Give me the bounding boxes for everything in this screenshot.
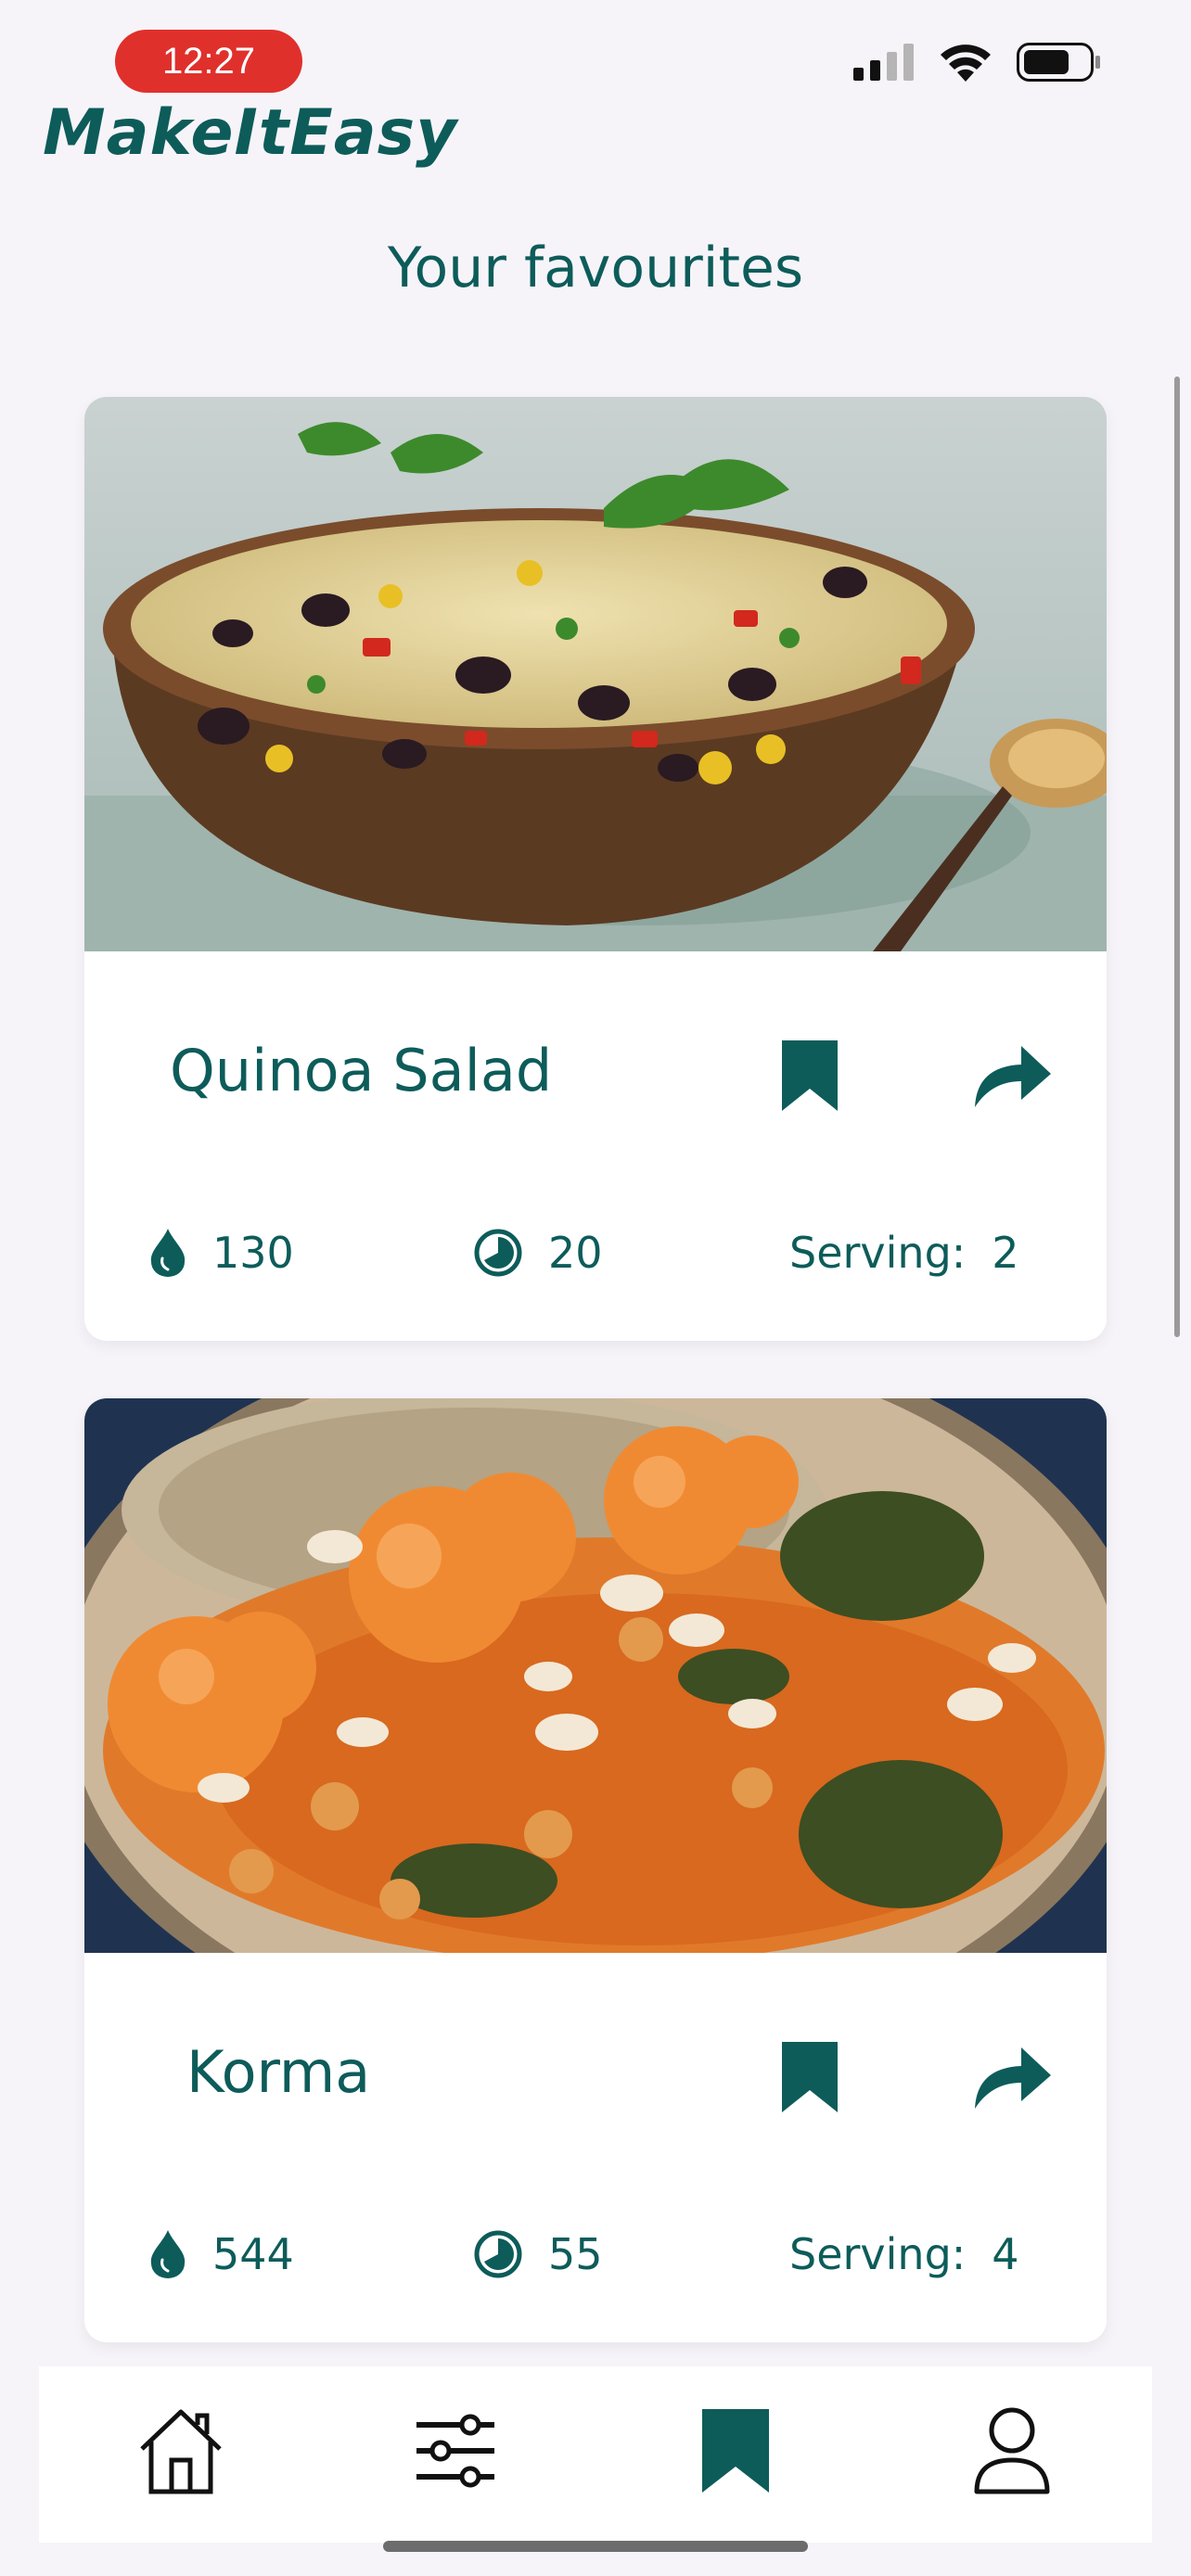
bookmark-button[interactable] xyxy=(782,1040,838,1111)
calories-stat: 544 xyxy=(149,2229,294,2279)
recipe-photo[interactable] xyxy=(84,1398,1107,1953)
bookmark-button[interactable] xyxy=(782,2042,838,2112)
serving-value: 2 xyxy=(992,1228,1019,1278)
bookmark-icon xyxy=(702,2409,769,2493)
recipe-card-korma[interactable]: Korma 544 55 Serving: 4 xyxy=(84,1398,1107,2342)
tab-favourites[interactable] xyxy=(685,2400,787,2502)
home-indicator[interactable] xyxy=(383,2541,808,2552)
wifi-icon xyxy=(941,45,991,82)
calories-value: 130 xyxy=(212,1228,294,1278)
bookmark-icon xyxy=(782,2042,838,2112)
share-button[interactable] xyxy=(971,1046,1053,1109)
calories-stat: 130 xyxy=(149,1228,294,1278)
status-time: 12:27 xyxy=(115,30,302,93)
tab-bar xyxy=(39,2366,1152,2543)
calories-value: 544 xyxy=(212,2229,294,2279)
share-icon xyxy=(975,1046,1051,1107)
time-value: 55 xyxy=(548,2229,603,2279)
share-button[interactable] xyxy=(971,2047,1053,2111)
tab-filters[interactable] xyxy=(404,2400,506,2502)
share-icon xyxy=(975,2047,1051,2109)
cellular-signal-icon xyxy=(853,44,914,81)
recipe-photo[interactable] xyxy=(84,397,1107,951)
serving-stat: Serving: 4 xyxy=(789,2229,1019,2279)
user-icon xyxy=(974,2407,1050,2494)
serving-stat: Serving: 2 xyxy=(789,1228,1019,1278)
status-icons xyxy=(853,43,1102,82)
app-logo: MakeItEasy xyxy=(43,96,458,170)
serving-value: 4 xyxy=(992,2229,1019,2279)
recipe-name[interactable]: Korma xyxy=(186,2038,370,2106)
tab-home[interactable] xyxy=(130,2400,232,2502)
quinoa-salad-image xyxy=(84,397,1107,951)
battery-icon xyxy=(1017,43,1100,82)
time-value: 20 xyxy=(548,1228,603,1278)
favourites-screen: 12:27 MakeItEasy Your favourites Quinoa … xyxy=(0,0,1191,2576)
scrollbar[interactable] xyxy=(1174,376,1180,1337)
time-stat: 20 xyxy=(474,1228,603,1278)
recipe-card-quinoa-salad[interactable]: Quinoa Salad 130 20 Serving: 2 xyxy=(84,397,1107,1341)
flame-icon xyxy=(150,1229,186,1277)
timer-icon xyxy=(474,1229,522,1277)
timer-icon xyxy=(474,2230,522,2278)
time-stat: 55 xyxy=(474,2229,603,2279)
recipe-name[interactable]: Quinoa Salad xyxy=(170,1037,552,1104)
flame-icon xyxy=(150,2230,186,2278)
korma-image xyxy=(84,1398,1107,1953)
serving-label: Serving: xyxy=(789,2229,967,2279)
bookmark-icon xyxy=(782,1040,838,1111)
home-icon xyxy=(140,2409,222,2494)
tab-profile[interactable] xyxy=(961,2400,1063,2502)
serving-label: Serving: xyxy=(789,1228,967,1278)
sliders-icon xyxy=(416,2414,494,2488)
page-title: Your favourites xyxy=(387,236,804,300)
